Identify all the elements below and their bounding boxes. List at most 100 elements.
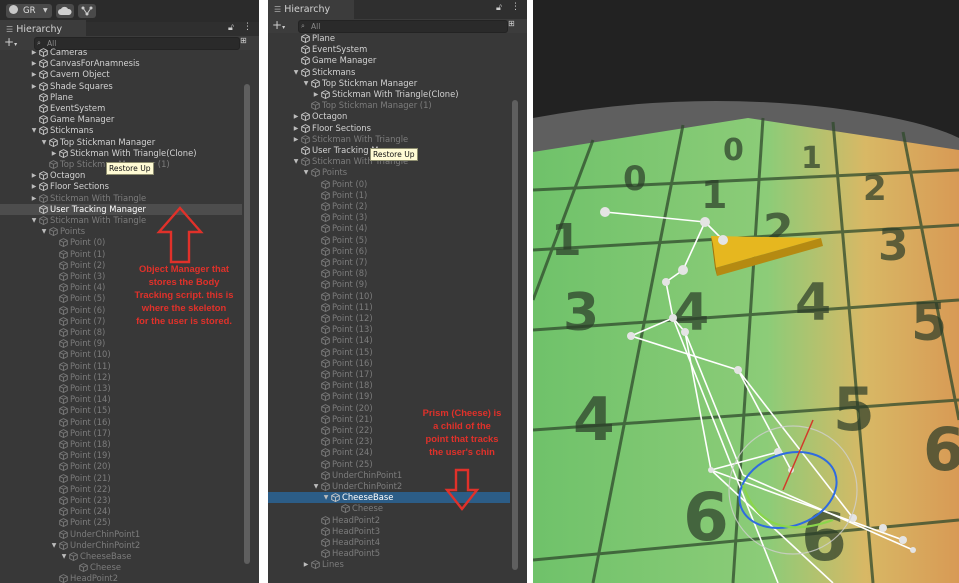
tree-row[interactable]: ▼ Top Stickman Manager bbox=[40, 137, 259, 148]
tree-row[interactable]: Point (24) bbox=[50, 506, 259, 517]
tree-row[interactable]: ▼ Top Stickman Manager bbox=[302, 78, 527, 89]
tree-row[interactable]: Point (22) bbox=[50, 484, 259, 495]
tree-row[interactable]: ▶ Stickman With Triangle(Clone) bbox=[312, 89, 527, 100]
expand-arrow-right-icon[interactable]: ▶ bbox=[30, 58, 38, 69]
tree-row[interactable]: ▼ Stickmans bbox=[30, 125, 259, 136]
expand-arrow-right-icon[interactable]: ▶ bbox=[292, 111, 300, 122]
tree-row[interactable]: Point (13) bbox=[50, 383, 259, 394]
tree-row[interactable]: Cheese bbox=[70, 562, 259, 573]
tree-row[interactable]: Point (16) bbox=[50, 417, 259, 428]
tree-row[interactable]: ▼ CheeseBase bbox=[60, 551, 259, 562]
tree-row[interactable]: ▼ UnderChinPoint2 bbox=[312, 481, 527, 492]
tree-row[interactable]: Point (10) bbox=[312, 291, 527, 302]
expand-arrow-down-icon[interactable]: ▼ bbox=[292, 67, 300, 78]
tree-row[interactable]: ▼ Points bbox=[40, 226, 259, 237]
tree-row[interactable]: Point (17) bbox=[50, 428, 259, 439]
add-button[interactable]: +▾ bbox=[272, 18, 285, 32]
tree-row[interactable]: Point (19) bbox=[312, 391, 527, 402]
expand-arrow-right-icon[interactable]: ▶ bbox=[30, 69, 38, 80]
tree-row[interactable]: Game Manager bbox=[30, 114, 259, 125]
tree-row[interactable]: Point (1) bbox=[50, 249, 259, 260]
expand-arrow-down-icon[interactable]: ▼ bbox=[30, 125, 38, 136]
tree-row[interactable]: Point (12) bbox=[312, 313, 527, 324]
lock-icon[interactable]: 🔓︎ bbox=[228, 23, 234, 33]
tree-row[interactable]: Game Manager bbox=[292, 55, 522, 66]
expand-arrow-right-icon[interactable]: ▶ bbox=[50, 148, 58, 159]
tree-row[interactable]: Point (5) bbox=[312, 235, 527, 246]
tree-row[interactable]: ▼ UnderChinPoint2 bbox=[50, 540, 259, 551]
tree-row[interactable]: ▶ Octagon bbox=[292, 111, 522, 122]
tree-row[interactable]: HeadPoint4 bbox=[312, 537, 527, 548]
tree-row[interactable]: Point (18) bbox=[312, 380, 527, 391]
tree-row[interactable]: EventSystem bbox=[292, 44, 522, 55]
kebab-menu-icon[interactable]: ⋮ bbox=[511, 2, 520, 12]
tree-row[interactable]: Point (7) bbox=[312, 257, 527, 268]
tree-row[interactable]: Point (9) bbox=[50, 338, 259, 349]
tree-row[interactable]: UnderChinPoint1 bbox=[50, 529, 259, 540]
tree-row[interactable]: Point (0) bbox=[50, 237, 259, 248]
tree-row[interactable]: Point (19) bbox=[50, 450, 259, 461]
scene-canvas[interactable]: 0 1 0 1 2 1 2 3 3 4 4 5 4 5 6 6 6 bbox=[533, 0, 959, 583]
tree-row[interactable]: Point (23) bbox=[50, 495, 259, 506]
add-button[interactable]: +▾ bbox=[4, 35, 17, 49]
tree-row[interactable]: HeadPoint2 bbox=[312, 515, 527, 526]
expand-arrow-down-icon[interactable]: ▼ bbox=[40, 226, 48, 237]
expand-arrow-down-icon[interactable]: ▼ bbox=[302, 167, 310, 178]
expand-arrow-down-icon[interactable]: ▼ bbox=[60, 551, 68, 562]
tree-row[interactable]: ▶ Lines bbox=[302, 559, 527, 570]
expand-arrow-down-icon[interactable]: ▼ bbox=[292, 156, 300, 167]
expand-arrow-down-icon[interactable]: ▼ bbox=[312, 481, 320, 492]
tree-row[interactable]: Point (15) bbox=[50, 405, 259, 416]
tree-row[interactable]: Cheese bbox=[332, 503, 527, 514]
expand-arrow-right-icon[interactable]: ▶ bbox=[30, 47, 38, 58]
scrollbar[interactable] bbox=[512, 100, 518, 570]
tree-row[interactable]: Plane bbox=[292, 33, 522, 44]
tree-row[interactable]: Point (12) bbox=[50, 372, 259, 383]
tree-row[interactable]: Point (8) bbox=[312, 268, 527, 279]
tree-row[interactable]: ▶ Stickman With Triangle bbox=[30, 193, 259, 204]
tree-row[interactable]: Point (9) bbox=[312, 279, 527, 290]
tree-row[interactable]: Point (8) bbox=[50, 327, 259, 338]
tree-row[interactable]: Point (13) bbox=[312, 324, 527, 335]
tree-row[interactable]: Point (16) bbox=[312, 358, 527, 369]
expand-arrow-down-icon[interactable]: ▼ bbox=[302, 78, 310, 89]
tree-row[interactable]: Point (18) bbox=[50, 439, 259, 450]
cloud-button[interactable] bbox=[56, 4, 74, 18]
expand-arrow-right-icon[interactable]: ▶ bbox=[292, 134, 300, 145]
expand-arrow-down-icon[interactable]: ▼ bbox=[40, 137, 48, 148]
tree-row[interactable]: ▶ Cameras bbox=[30, 47, 259, 58]
expand-arrow-right-icon[interactable]: ▶ bbox=[30, 170, 38, 181]
account-dropdown[interactable]: GR ▼ bbox=[6, 4, 52, 18]
search-input[interactable]: ⌕ All bbox=[298, 20, 508, 33]
tree-row[interactable]: ▶ Stickman With Triangle bbox=[292, 134, 522, 145]
tree-row[interactable]: Point (0) bbox=[312, 179, 527, 190]
expand-arrow-down-icon[interactable]: ▼ bbox=[50, 540, 58, 551]
tree-row[interactable]: Point (25) bbox=[312, 459, 527, 470]
tree-row[interactable]: ▼ Points bbox=[302, 167, 527, 178]
lock-icon[interactable]: 🔓︎ bbox=[496, 3, 502, 13]
tree-row[interactable]: Point (17) bbox=[312, 369, 527, 380]
tree-row[interactable]: HeadPoint5 bbox=[312, 548, 527, 559]
expand-arrow-right-icon[interactable]: ▶ bbox=[292, 123, 300, 134]
tree-row[interactable]: Point (10) bbox=[50, 349, 259, 360]
tree-row[interactable]: UnderChinPoint1 bbox=[312, 470, 527, 481]
tree-row[interactable]: EventSystem bbox=[30, 103, 259, 114]
tree-row[interactable]: Point (14) bbox=[312, 335, 527, 346]
tree-row[interactable]: Point (3) bbox=[312, 212, 527, 223]
tree-row[interactable]: Plane bbox=[30, 92, 259, 103]
tree-row[interactable]: ▼ Stickmans bbox=[292, 67, 522, 78]
expand-arrow-right-icon[interactable]: ▶ bbox=[30, 181, 38, 192]
tree-row[interactable]: Top Stickman Manager (1) bbox=[302, 100, 527, 111]
collab-button[interactable] bbox=[78, 4, 96, 18]
tree-row[interactable]: ▶ Shade Squares bbox=[30, 81, 259, 92]
tree-row[interactable]: Point (2) bbox=[312, 201, 527, 212]
tree-row[interactable]: Point (1) bbox=[312, 190, 527, 201]
tree-row[interactable]: ▶ Floor Sections bbox=[292, 123, 522, 134]
tree-row[interactable]: Point (11) bbox=[312, 302, 527, 313]
expand-arrow-right-icon[interactable]: ▶ bbox=[30, 193, 38, 204]
expand-arrow-down-icon[interactable]: ▼ bbox=[30, 215, 38, 226]
tree-row[interactable]: ▶ Stickman With Triangle(Clone) bbox=[50, 148, 259, 159]
expand-arrow-down-icon[interactable]: ▼ bbox=[322, 492, 330, 503]
tree-row[interactable]: Point (20) bbox=[50, 461, 259, 472]
tree-row[interactable]: Point (4) bbox=[312, 223, 527, 234]
